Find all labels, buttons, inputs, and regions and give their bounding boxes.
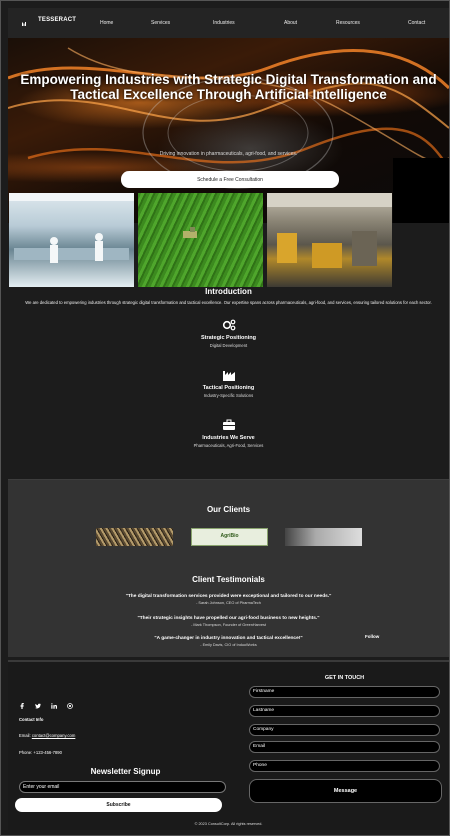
newsletter-heading: Newsletter Signup <box>90 767 161 776</box>
nav-link-contact[interactable]: Contact <box>408 20 425 26</box>
laboratory-image <box>9 193 134 287</box>
message-field[interactable]: Message <box>249 779 442 803</box>
testimonial-quote: "Their strategic insights have propelled… <box>137 616 320 621</box>
phone-field[interactable]: Phone <box>249 760 440 772</box>
lab-art <box>9 193 134 263</box>
page-frame: TESSERACT Home Services Industries About… <box>0 0 450 836</box>
feature-title: Strategic Positioning <box>200 335 256 341</box>
nav-link-home[interactable]: Home <box>100 20 113 26</box>
top-navbar: TESSERACT Home Services Industries About… <box>8 8 449 38</box>
intro-heading: Introduction <box>205 287 252 296</box>
email-label: Email: <box>19 733 32 738</box>
hero-subtitle: Driving innovation in pharmaceuticals, a… <box>159 151 298 157</box>
logo-icon[interactable] <box>22 21 27 26</box>
feature-desc: Pharmaceuticals, Agri-Food, Services <box>193 443 264 448</box>
schedule-consultation-button[interactable]: Schedule a Free Consultation <box>121 171 339 188</box>
client-logo: AgriBio <box>191 528 268 546</box>
company-field[interactable]: Company <box>249 724 440 736</box>
factory-image <box>267 193 392 287</box>
copyright: © 2023 ConsultCorp. All rights reserved. <box>194 822 263 826</box>
testimonial-author: - Sarah Johnson, CEO of PharmaTech <box>196 600 261 605</box>
feature-desc: Industry-Specific Solutions <box>203 393 254 398</box>
field-art <box>183 227 197 238</box>
testimonial: "Their strategic insights have propelled… <box>8 616 449 627</box>
brand-name[interactable]: TESSERACT <box>38 17 76 23</box>
twitter-icon[interactable] <box>35 703 41 709</box>
briefcase-icon <box>222 419 235 430</box>
testimonial-quote: "The digital transformation services pro… <box>125 594 332 599</box>
follow-link[interactable]: Follow <box>365 634 379 639</box>
nav-link-services[interactable]: Services <box>151 20 170 26</box>
contact-phone: Phone: +123-456-7890 <box>19 750 62 755</box>
feature-strategic: Strategic Positioning Digital Developmen… <box>8 319 449 348</box>
subscribe-button[interactable]: Subscribe <box>15 798 222 812</box>
firstname-field[interactable]: Firstname <box>249 686 440 698</box>
linkedin-icon[interactable] <box>51 703 57 709</box>
feature-tactical: Tactical Positioning Industry-Specific S… <box>8 369 449 398</box>
contact-email: Email: contact@company.com <box>19 733 75 738</box>
feature-title: Tactical Positioning <box>202 385 255 391</box>
nav-link-about[interactable]: About <box>284 20 297 26</box>
clients-section: Our Clients AgriBio Client Testimonials … <box>8 479 449 657</box>
newsletter-email-input[interactable]: Enter your email <box>19 781 226 793</box>
facebook-icon[interactable] <box>19 703 25 709</box>
nav-link-industries[interactable]: Industries <box>213 20 235 26</box>
intro-text: We are dedicated to empowering industrie… <box>25 300 432 305</box>
get-in-touch-heading: GET IN TOUCH <box>324 675 365 681</box>
client-logo <box>285 528 362 546</box>
footer: Contact Info Email: contact@company.com … <box>8 660 449 830</box>
hero-title: Empowering Industries with Strategic Dig… <box>20 72 437 102</box>
client-logo-text: AgriBio <box>220 533 239 539</box>
farm-field-image <box>138 193 263 287</box>
lastname-field[interactable]: Lastname <box>249 705 440 717</box>
testimonial-author: - Emily Davis, CIO of InduoWorks <box>200 642 257 647</box>
email-field[interactable]: Email <box>249 741 440 753</box>
clients-heading: Our Clients <box>206 505 251 514</box>
testimonials-heading: Client Testimonials <box>192 575 265 584</box>
instagram-icon[interactable] <box>67 703 73 709</box>
gears-icon <box>222 319 235 331</box>
feature-title: Industries We Serve <box>202 435 255 441</box>
client-logo <box>96 528 173 546</box>
industry-icon <box>222 371 235 381</box>
testimonial-author: - Mark Thompson, Founder of GreenHarvest <box>191 622 266 627</box>
email-link[interactable]: contact@company.com <box>32 733 76 738</box>
factory-art <box>267 193 392 268</box>
feature-industries: Industries We Serve Pharmaceuticals, Agr… <box>8 419 449 448</box>
nav-link-resources[interactable]: Resources <box>336 20 360 26</box>
feature-desc: Digital Development <box>209 343 248 348</box>
contact-info-heading: Contact Info <box>19 717 44 722</box>
testimonial: "The digital transformation services pro… <box>8 594 449 605</box>
testimonial: "A game-changer in industry innovation a… <box>8 636 449 647</box>
testimonial-quote: "A game-changer in industry innovation a… <box>154 636 303 641</box>
